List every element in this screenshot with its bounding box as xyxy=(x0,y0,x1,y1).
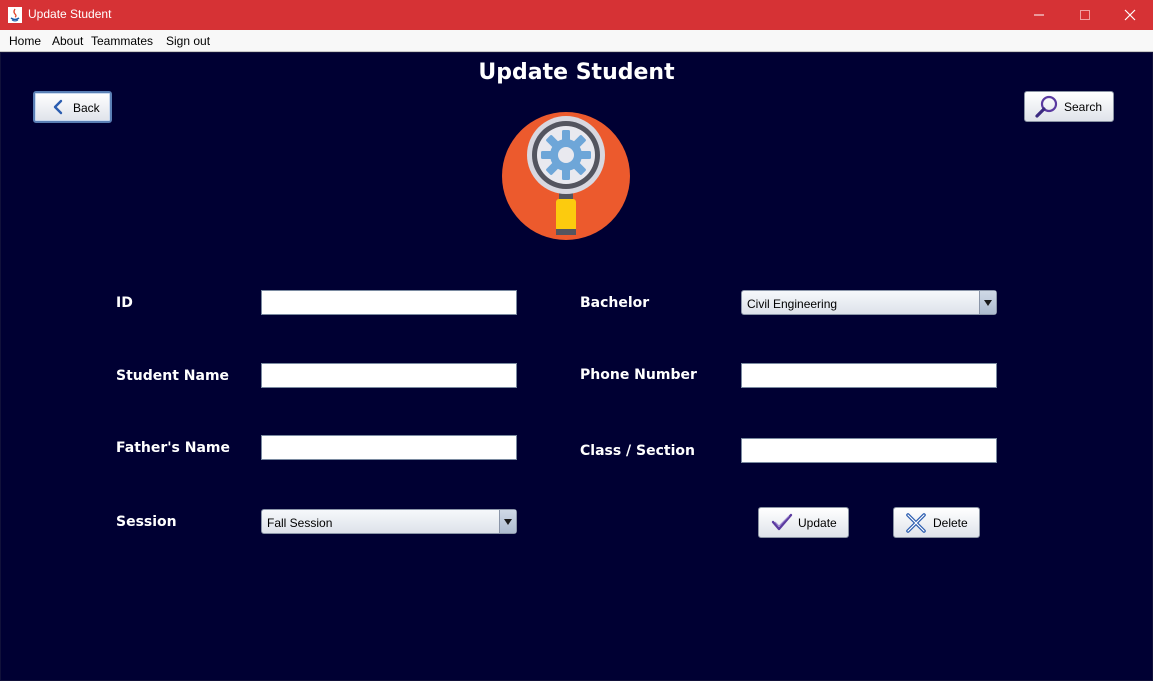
phone-number-label: Phone Number xyxy=(580,367,697,383)
menu-sign-out[interactable]: Sign out xyxy=(166,34,210,48)
class-section-label: Class / Section xyxy=(580,443,696,459)
bachelor-label: Bachelor xyxy=(580,295,650,311)
menu-teammates[interactable]: Teammates xyxy=(91,34,153,48)
window-title: Update Student xyxy=(28,7,112,21)
update-button[interactable]: Update xyxy=(758,507,849,538)
fathers-name-label: Father's Name xyxy=(116,440,230,456)
session-select-value: Fall Session xyxy=(267,516,333,530)
search-settings-icon xyxy=(501,111,631,241)
menu-home[interactable]: Home xyxy=(9,34,41,48)
delete-button-label: Delete xyxy=(933,516,968,530)
java-app-icon xyxy=(8,7,22,23)
session-select[interactable]: Fall Session xyxy=(261,509,517,534)
update-button-label: Update xyxy=(798,516,837,530)
bachelor-select-value: Civil Engineering xyxy=(747,297,838,311)
dropdown-arrow-icon xyxy=(979,291,996,314)
chevron-left-icon xyxy=(52,99,64,118)
phone-number-field[interactable] xyxy=(741,363,997,388)
menu-bar: Home About Teammates Sign out xyxy=(0,30,1153,52)
maximize-button[interactable] xyxy=(1062,0,1108,30)
session-label: Session xyxy=(116,514,177,530)
bachelor-select[interactable]: Civil Engineering xyxy=(741,290,997,315)
close-button[interactable] xyxy=(1107,0,1153,30)
class-section-field[interactable] xyxy=(741,438,997,463)
minimize-button[interactable] xyxy=(1016,0,1062,30)
close-icon xyxy=(1124,9,1136,21)
checkmark-icon xyxy=(770,511,794,536)
page-title: Update Student xyxy=(478,60,675,85)
id-label: ID xyxy=(116,295,133,311)
student-name-field[interactable] xyxy=(261,363,517,388)
maximize-icon xyxy=(1080,10,1090,20)
search-button-label: Search xyxy=(1064,100,1103,114)
menu-about[interactable]: About xyxy=(52,34,83,48)
dropdown-arrow-icon xyxy=(499,510,516,533)
back-button-label: Back xyxy=(73,101,100,115)
magnifier-icon xyxy=(1034,94,1060,123)
delete-button[interactable]: Delete xyxy=(893,507,980,538)
minimize-icon xyxy=(1034,14,1044,16)
window-title-bar[interactable]: Update Student xyxy=(0,0,1153,30)
student-name-label: Student Name xyxy=(116,368,230,384)
search-button[interactable]: Search xyxy=(1024,91,1114,122)
fathers-name-field[interactable] xyxy=(261,435,517,460)
cross-icon xyxy=(905,512,927,537)
id-field[interactable] xyxy=(261,290,517,315)
back-button[interactable]: Back xyxy=(33,91,112,123)
